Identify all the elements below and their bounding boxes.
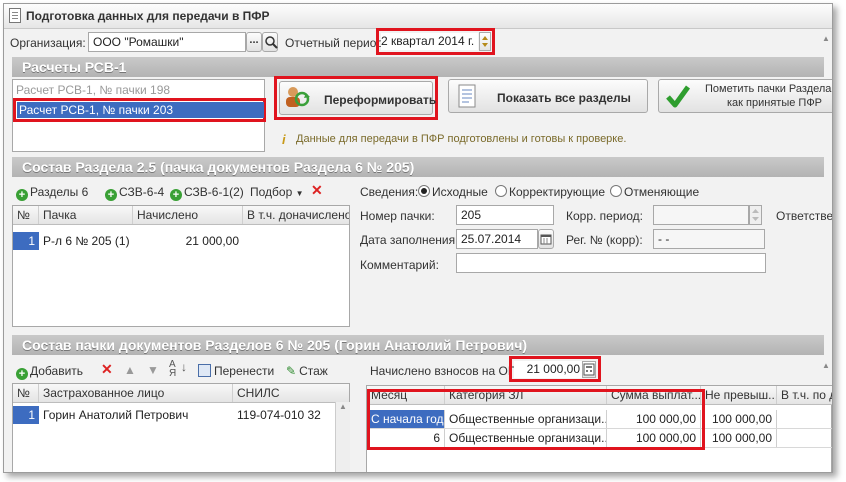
col-ne-prevysh[interactable]: Не превыш...: [701, 386, 777, 404]
document-icon: [9, 8, 21, 23]
months-grid-highlight: [367, 389, 705, 450]
scroll-up-icon-2[interactable]: ▲: [822, 361, 830, 370]
nachisleno-label: Начислено взносов на ОПС:: [370, 364, 529, 378]
sort-az-icon[interactable]: АЯ: [169, 360, 176, 379]
comment-field[interactable]: [456, 253, 766, 273]
sostav-section-header: Состав пачки документов Разделов 6 № 205…: [12, 335, 824, 355]
table-row[interactable]: 1 Горин Анатолий Петрович 119-074-010 32: [13, 406, 349, 424]
nachisleno-field[interactable]: 21 000,00: [514, 361, 582, 378]
mark-label-line1: Пометить пачки Раздела: [705, 83, 832, 95]
mark-label-line2: как принятые ПФР: [727, 97, 823, 109]
stazh-button[interactable]: ✎ Стаж: [286, 364, 328, 378]
employees-grid-header: № Застрахованное лицо СНИЛС: [13, 384, 349, 403]
document-list-icon: [458, 84, 476, 108]
podbor-button[interactable]: Подбор ▼: [250, 185, 304, 199]
plus-icon: +: [105, 189, 117, 201]
otvetstvenny-label: Ответственн: [776, 209, 833, 223]
rsv-list[interactable]: Расчет РСВ-1, № пачки 198 Расчет РСВ-1, …: [12, 79, 266, 152]
employees-grid[interactable]: № Застрахованное лицо СНИЛС 1 Горин Анат…: [12, 383, 350, 472]
col-n[interactable]: №: [13, 384, 39, 402]
period-highlight: 2 квартал 2014 г.: [376, 28, 495, 55]
info-text: Данные для передачи в ПФР подготовлены и…: [296, 133, 627, 145]
comment-label: Комментарий:: [360, 258, 439, 272]
sort-arrow-icon: ↓: [181, 360, 187, 374]
radio-ishodnye[interactable]: Исходные: [418, 185, 488, 199]
section-25-header: Состав Раздела 2.5 (пачка документов Раз…: [12, 157, 824, 177]
svedeniya-label: Сведения:: [360, 185, 419, 199]
plus-icon: +: [16, 368, 28, 380]
col-nachisleno[interactable]: Начислено: [133, 206, 243, 224]
radio-icon: [495, 185, 507, 197]
transfer-icon: [198, 364, 211, 377]
period-label: Отчетный период:: [285, 36, 387, 50]
radio-otmenyayushchie[interactable]: Отменяющие: [610, 185, 699, 199]
col-n[interactable]: №: [13, 206, 39, 224]
radio-korrektiruyushchie[interactable]: Корректирующие: [495, 185, 605, 199]
reg-label: Рег. № (корр):: [566, 233, 643, 247]
col-donach[interactable]: В т.ч. доначислено: [243, 206, 349, 224]
main-window: Подготовка данных для передачи в ПФР Орг…: [3, 3, 833, 473]
pencil-icon: ✎: [286, 364, 297, 378]
nachisleno-highlight: 21 000,00: [509, 356, 601, 382]
dropdown-arrow-icon: ▼: [295, 189, 304, 198]
title-bar: Подготовка данных для передачи в ПФР: [4, 4, 832, 29]
date-field[interactable]: 25.07.2014: [456, 229, 538, 249]
delete-icon[interactable]: ✕: [101, 361, 113, 378]
calculator-icon[interactable]: [582, 361, 596, 378]
col-pachka[interactable]: Пачка: [39, 206, 133, 224]
razdely-button[interactable]: + Разделы 6: [16, 185, 88, 201]
org-field[interactable]: ООО "Ромашки": [88, 32, 246, 52]
rsv-list-item-203[interactable]: Расчет РСВ-1, № пачки 203: [17, 102, 264, 118]
szv64-button[interactable]: + СЗВ-6-4: [105, 185, 164, 201]
calendar-icon[interactable]: [538, 229, 554, 249]
period-spinner[interactable]: [479, 32, 491, 51]
plus-icon: +: [16, 189, 28, 201]
reg-field[interactable]: - -: [653, 229, 765, 249]
window-title: Подготовка данных для передачи в ПФР: [26, 9, 270, 23]
korr-period-spinner[interactable]: [749, 205, 762, 225]
users-refresh-icon: [286, 87, 310, 107]
search-icon[interactable]: [262, 32, 278, 52]
date-label: Дата заполнения:: [360, 233, 459, 247]
scroll-up-icon[interactable]: ▲: [822, 34, 830, 43]
plus-icon: +: [170, 189, 182, 201]
delete-icon[interactable]: ✕: [311, 182, 323, 199]
mark-accepted-button[interactable]: Пометить пачки Раздела как принятые ПФР: [658, 79, 832, 113]
employees-scrollbar[interactable]: ▲: [335, 402, 350, 472]
add-button[interactable]: + Добавить: [16, 364, 83, 380]
period-field[interactable]: 2 квартал 2014 г.: [381, 33, 478, 50]
rsv-list-item-198[interactable]: Расчет РСВ-1, № пачки 198: [16, 83, 170, 97]
reform-highlight: Переформировать: [274, 76, 438, 120]
checkmark-icon: [666, 85, 691, 108]
szv612-button[interactable]: + СЗВ-6-1(2): [170, 185, 244, 201]
months-grid[interactable]: Месяц Категория ЗЛ Сумма выплат... Не пр…: [366, 385, 832, 472]
table-row[interactable]: 1 Р-л 6 № 205 (1) 21 000,00: [13, 232, 349, 250]
pachki-grid-header: № Пачка Начислено В т.ч. доначислено: [13, 206, 349, 225]
col-vtch[interactable]: В т.ч. по до: [777, 386, 832, 404]
radio-icon: [610, 185, 622, 197]
move-up-icon[interactable]: ▲: [124, 363, 136, 377]
org-select-button[interactable]: ...: [246, 32, 262, 52]
show-all-label: Показать все разделы: [497, 91, 631, 105]
rsv-section-header: Расчеты РСВ-1: [12, 57, 824, 77]
rsv-item-highlight: Расчет РСВ-1, № пачки 203: [13, 98, 266, 122]
korr-period-label: Корр. период:: [566, 209, 643, 223]
nomer-field[interactable]: 205: [456, 205, 554, 225]
reform-button[interactable]: Переформировать: [279, 81, 437, 115]
col-fio[interactable]: Застрахованное лицо: [39, 384, 233, 402]
org-label: Организация:: [10, 36, 86, 50]
pachki-grid[interactable]: № Пачка Начислено В т.ч. доначислено 1 Р…: [12, 205, 350, 327]
reform-button-label: Переформировать: [324, 93, 437, 107]
korr-period-field[interactable]: [653, 205, 749, 225]
nomer-label: Номер пачки:: [360, 209, 435, 223]
info-icon: i: [282, 132, 286, 147]
move-button[interactable]: Перенести: [198, 364, 274, 378]
show-all-sections-button[interactable]: Показать все разделы: [448, 79, 648, 113]
radio-selected-icon: [418, 185, 430, 197]
col-snils[interactable]: СНИЛС: [233, 384, 349, 402]
move-down-icon[interactable]: ▼: [147, 363, 159, 377]
